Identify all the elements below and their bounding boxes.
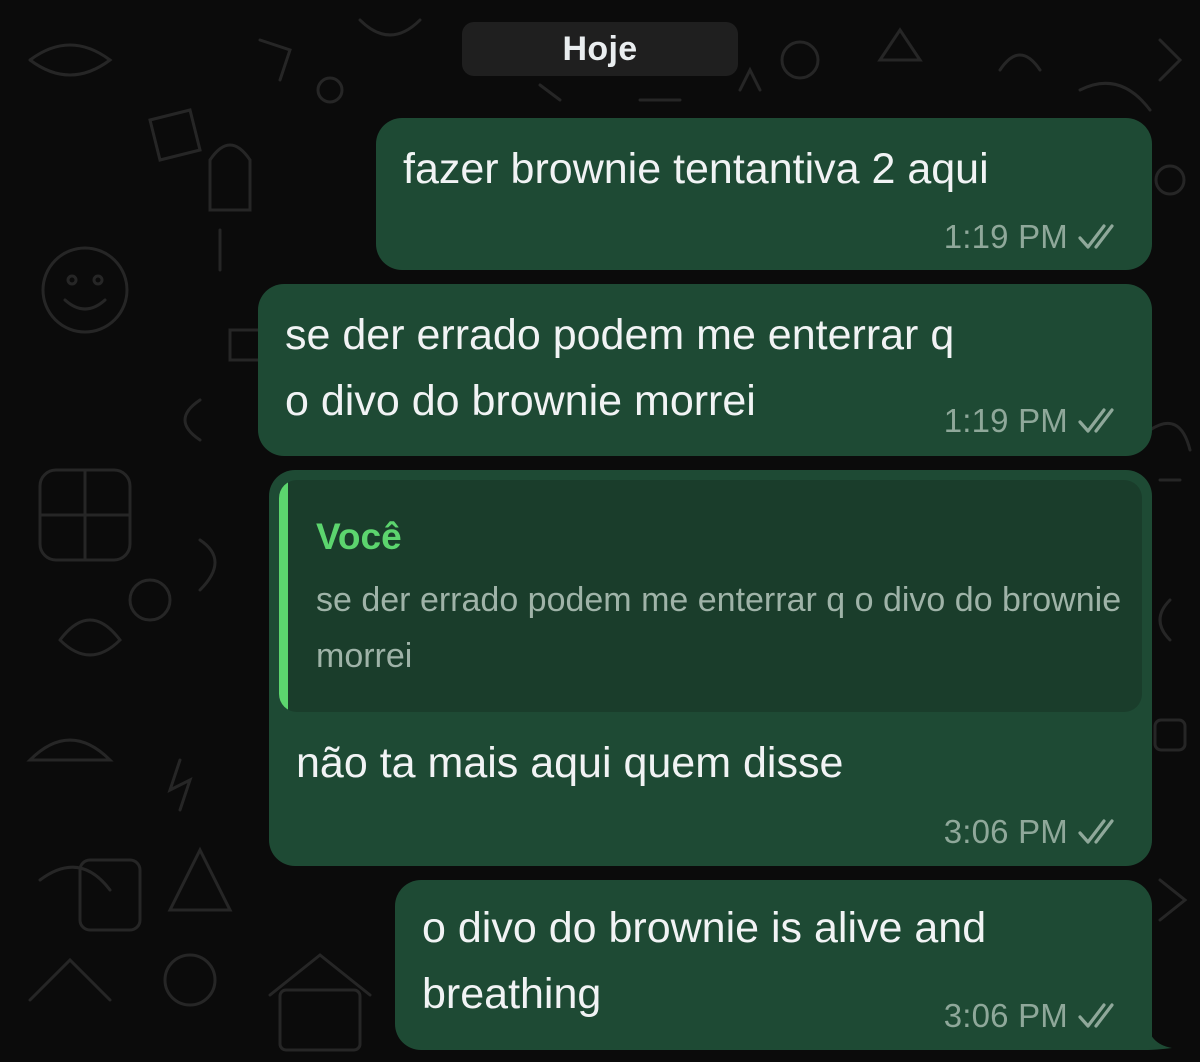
date-separator: Hoje bbox=[462, 22, 738, 76]
message-text: não ta mais aqui quem disse bbox=[296, 739, 844, 787]
message-time: 1:19 PM bbox=[943, 402, 1068, 439]
outgoing-message[interactable]: se der errado podem me enterrar q o divo… bbox=[258, 284, 1152, 456]
double-check-icon bbox=[1078, 224, 1114, 249]
quote-author: Você bbox=[316, 516, 402, 557]
outgoing-message[interactable]: o divo do brownie is alive and breathing… bbox=[395, 880, 1152, 1050]
date-separator-label: Hoje bbox=[562, 29, 638, 68]
message-text: fazer brownie tentantiva 2 aqui bbox=[403, 145, 989, 193]
message-meta: 3:06 PM bbox=[944, 997, 1126, 1035]
double-check-icon bbox=[1078, 408, 1114, 433]
quote-text: se der errado podem me enterrar q o divo… bbox=[316, 581, 1122, 675]
message-meta: 1:19 PM bbox=[944, 218, 1126, 256]
outgoing-reply-message[interactable]: Você se der errado podem me enterrar q o… bbox=[269, 470, 1152, 866]
message-meta: 1:19 PM bbox=[944, 402, 1126, 440]
double-check-icon bbox=[1078, 819, 1114, 844]
quote-accent-bar bbox=[279, 480, 288, 712]
message-time: 3:06 PM bbox=[943, 813, 1068, 850]
double-check-icon bbox=[1078, 1003, 1114, 1028]
message-meta: 3:06 PM bbox=[944, 813, 1126, 851]
message-time: 1:19 PM bbox=[943, 218, 1068, 255]
message-time: 3:06 PM bbox=[943, 997, 1068, 1034]
quoted-message[interactable]: Você se der errado podem me enterrar q o… bbox=[279, 480, 1142, 712]
outgoing-message[interactable]: fazer brownie tentantiva 2 aqui 1:19 PM bbox=[376, 118, 1152, 270]
bubble-tail bbox=[1146, 1018, 1172, 1050]
